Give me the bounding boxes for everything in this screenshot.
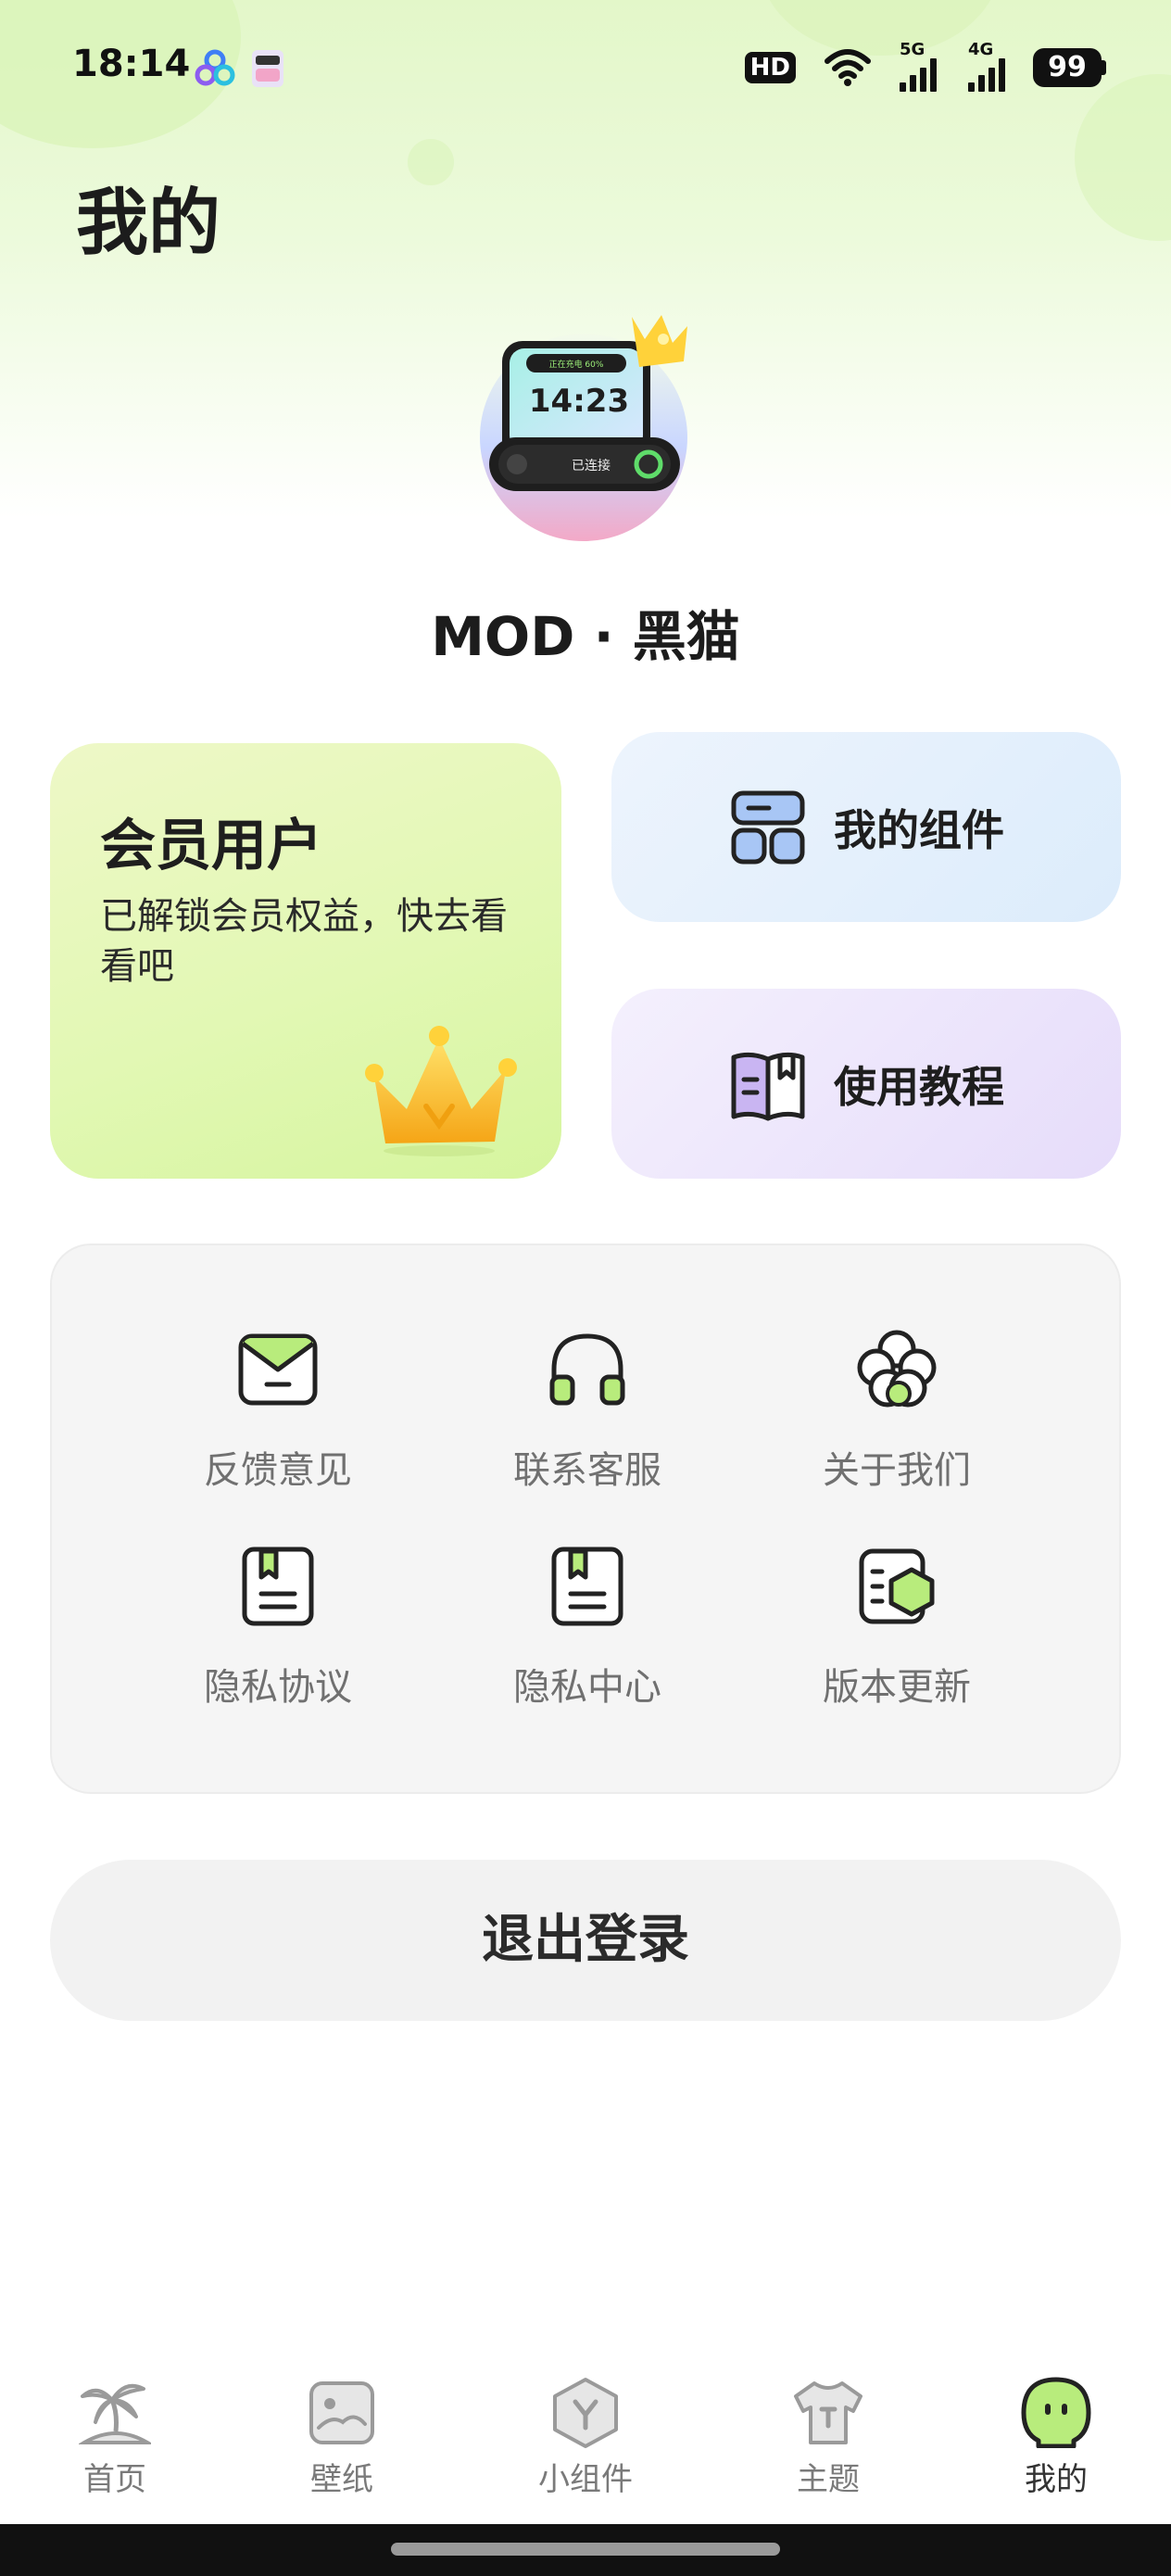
tab-wallpaper-label: 壁纸 xyxy=(310,2461,373,2498)
tab-widgets-label: 小组件 xyxy=(538,2461,633,2498)
member-title: 会员用户 xyxy=(100,814,322,878)
username: MOD · 黑猫 xyxy=(431,605,740,668)
character-icon xyxy=(1021,2377,1091,2448)
privacy-agreement-label: 隐私协议 xyxy=(204,1666,352,1709)
contact-service-label: 联系客服 xyxy=(513,1449,661,1492)
tab-wallpaper[interactable]: 壁纸 xyxy=(249,2354,434,2524)
svg-text:已连接: 已连接 xyxy=(572,458,611,474)
tutorial-label: 使用教程 xyxy=(834,1061,1004,1112)
avatar[interactable]: 正在充电 60% 14:23 已连接 xyxy=(474,298,697,549)
version-update-label: 版本更新 xyxy=(823,1666,971,1709)
menu-grid: 反馈意见 联系客服 关于我们 隐私协议 隐私中心 版本更新 xyxy=(50,1244,1121,1794)
crown-icon xyxy=(365,1026,517,1156)
member-description: 已解锁会员权益，快去看看吧 xyxy=(100,895,508,988)
status-bar: 18:14 HD 5G 4G 99 xyxy=(0,0,1171,139)
tutorial-button[interactable]: 使用教程 xyxy=(611,989,1121,1179)
bookmark-doc-icon xyxy=(551,1547,623,1626)
tab-widgets[interactable]: 小组件 xyxy=(493,2354,678,2524)
privacy-center-item[interactable]: 隐私中心 xyxy=(430,1544,745,1729)
about-us-label: 关于我们 xyxy=(823,1449,971,1492)
tab-mine[interactable]: 我的 xyxy=(963,2354,1149,2524)
system-navigation-bar xyxy=(0,2524,1171,2576)
hexagon-y-icon xyxy=(553,2378,618,2448)
widgets-icon xyxy=(731,790,805,864)
page-title: 我的 xyxy=(76,182,221,265)
mail-icon xyxy=(238,1333,318,1406)
status-time: 18:14 xyxy=(72,43,191,85)
member-card[interactable]: 会员用户 已解锁会员权益，快去看看吧 xyxy=(50,743,561,1179)
tab-home[interactable]: 首页 xyxy=(22,2354,208,2524)
contact-service-item[interactable]: 联系客服 xyxy=(430,1327,745,1512)
svg-text:14:23: 14:23 xyxy=(529,383,629,420)
book-icon xyxy=(731,1052,805,1120)
mod-app-notification-icon xyxy=(252,50,283,87)
tab-mine-label: 我的 xyxy=(1025,2461,1088,2498)
svg-text:正在充电 60%: 正在充电 60% xyxy=(549,359,604,370)
hd-badge: HD xyxy=(744,52,796,83)
logout-button[interactable]: 退出登录 xyxy=(50,1860,1121,2021)
bookmark-doc-icon xyxy=(242,1547,314,1626)
my-widgets-label: 我的组件 xyxy=(834,804,1004,855)
tab-theme-label: 主题 xyxy=(797,2461,860,2498)
tab-theme[interactable]: 主题 xyxy=(736,2354,921,2524)
wifi-icon xyxy=(825,49,871,86)
profile-page: 18:14 HD 5G 4G 99 我的 正在充电 60% 14:23 已连接 … xyxy=(0,0,1171,2576)
battery-icon: 99 xyxy=(1033,48,1106,87)
flower-icon xyxy=(857,1330,937,1408)
privacy-center-label: 隐私中心 xyxy=(513,1666,661,1709)
signal-4g-icon: 4G xyxy=(968,40,1009,92)
tab-home-label: 首页 xyxy=(83,2461,146,2498)
status-right-group: HD 5G 4G 99 xyxy=(744,40,1106,92)
about-us-item[interactable]: 关于我们 xyxy=(739,1327,1054,1512)
signal-5g-icon: 5G xyxy=(900,40,940,92)
feedback-label: 反馈意见 xyxy=(204,1449,352,1492)
picture-icon xyxy=(309,2381,374,2444)
version-update-item[interactable]: 版本更新 xyxy=(739,1544,1054,1729)
shirt-icon xyxy=(794,2381,863,2444)
feedback-item[interactable]: 反馈意见 xyxy=(120,1327,435,1512)
palm-tree-icon xyxy=(79,2384,151,2444)
my-widgets-button[interactable]: 我的组件 xyxy=(611,732,1121,922)
bottom-tab-bar: 首页 壁纸 小组件 主题 我的 xyxy=(0,2354,1171,2524)
headset-icon xyxy=(549,1333,625,1406)
privacy-agreement-item[interactable]: 隐私协议 xyxy=(120,1544,435,1729)
app-notification-icon xyxy=(195,49,235,86)
home-indicator[interactable] xyxy=(391,2543,780,2556)
update-doc-icon xyxy=(859,1548,935,1624)
